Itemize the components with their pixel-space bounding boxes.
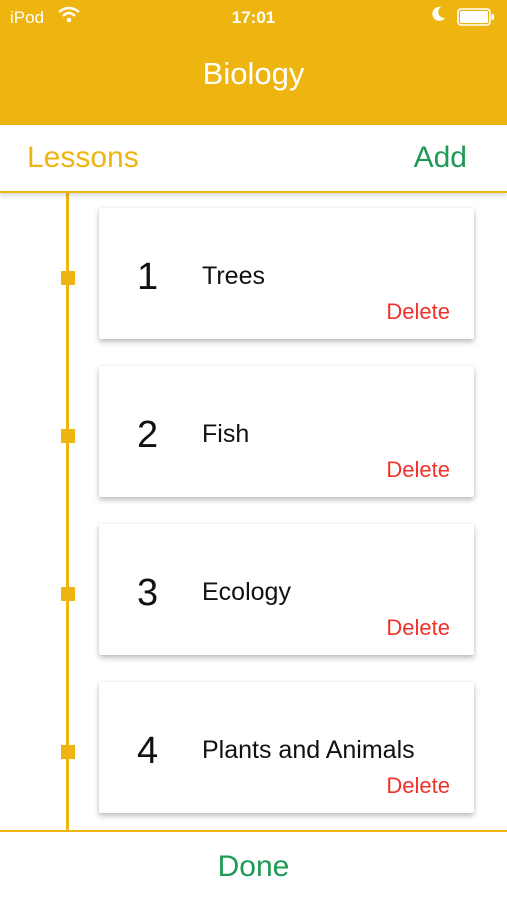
battery-icon [457,8,494,26]
lessons-subheader: Lessons Add [0,125,507,193]
lesson-number: 4 [137,730,159,772]
lesson-name: Plants and Animals [202,736,415,764]
lesson-list[interactable]: 1 Trees Delete 2 Fish Delete 3 Ecology D… [0,193,507,830]
lesson-number: 3 [137,572,159,614]
section-title: Lessons [27,141,139,174]
delete-button[interactable]: Delete [386,299,450,325]
lesson-name: Ecology [202,578,291,606]
lesson-card[interactable]: 2 Fish Delete [99,366,474,497]
status-bar: iPod 17:01 [0,0,507,36]
page-title: Biology [202,56,305,91]
bottom-bar: Done [0,830,507,900]
timeline-marker [61,745,75,759]
lesson-number: 1 [137,256,159,298]
lesson-name: Trees [202,262,265,290]
timeline-marker [61,429,75,443]
lesson-name: Fish [202,420,250,448]
delete-button[interactable]: Delete [386,457,450,483]
done-button[interactable]: Done [0,850,507,884]
timeline-marker [61,271,75,285]
delete-button[interactable]: Delete [386,773,450,799]
delete-button[interactable]: Delete [386,615,450,641]
status-time: 17:01 [231,8,276,27]
timeline-line [66,193,69,830]
add-lesson-button[interactable]: Add [414,141,467,175]
timeline-marker [61,587,75,601]
lesson-card[interactable]: 3 Ecology Delete [99,524,474,655]
lesson-card[interactable]: 1 Trees Delete [99,208,474,339]
moon-icon [432,6,445,21]
app-header: iPod 17:01 Biology [0,0,507,125]
lesson-number: 2 [137,414,159,456]
lesson-card[interactable]: 4 Plants and Animals Delete [99,682,474,813]
